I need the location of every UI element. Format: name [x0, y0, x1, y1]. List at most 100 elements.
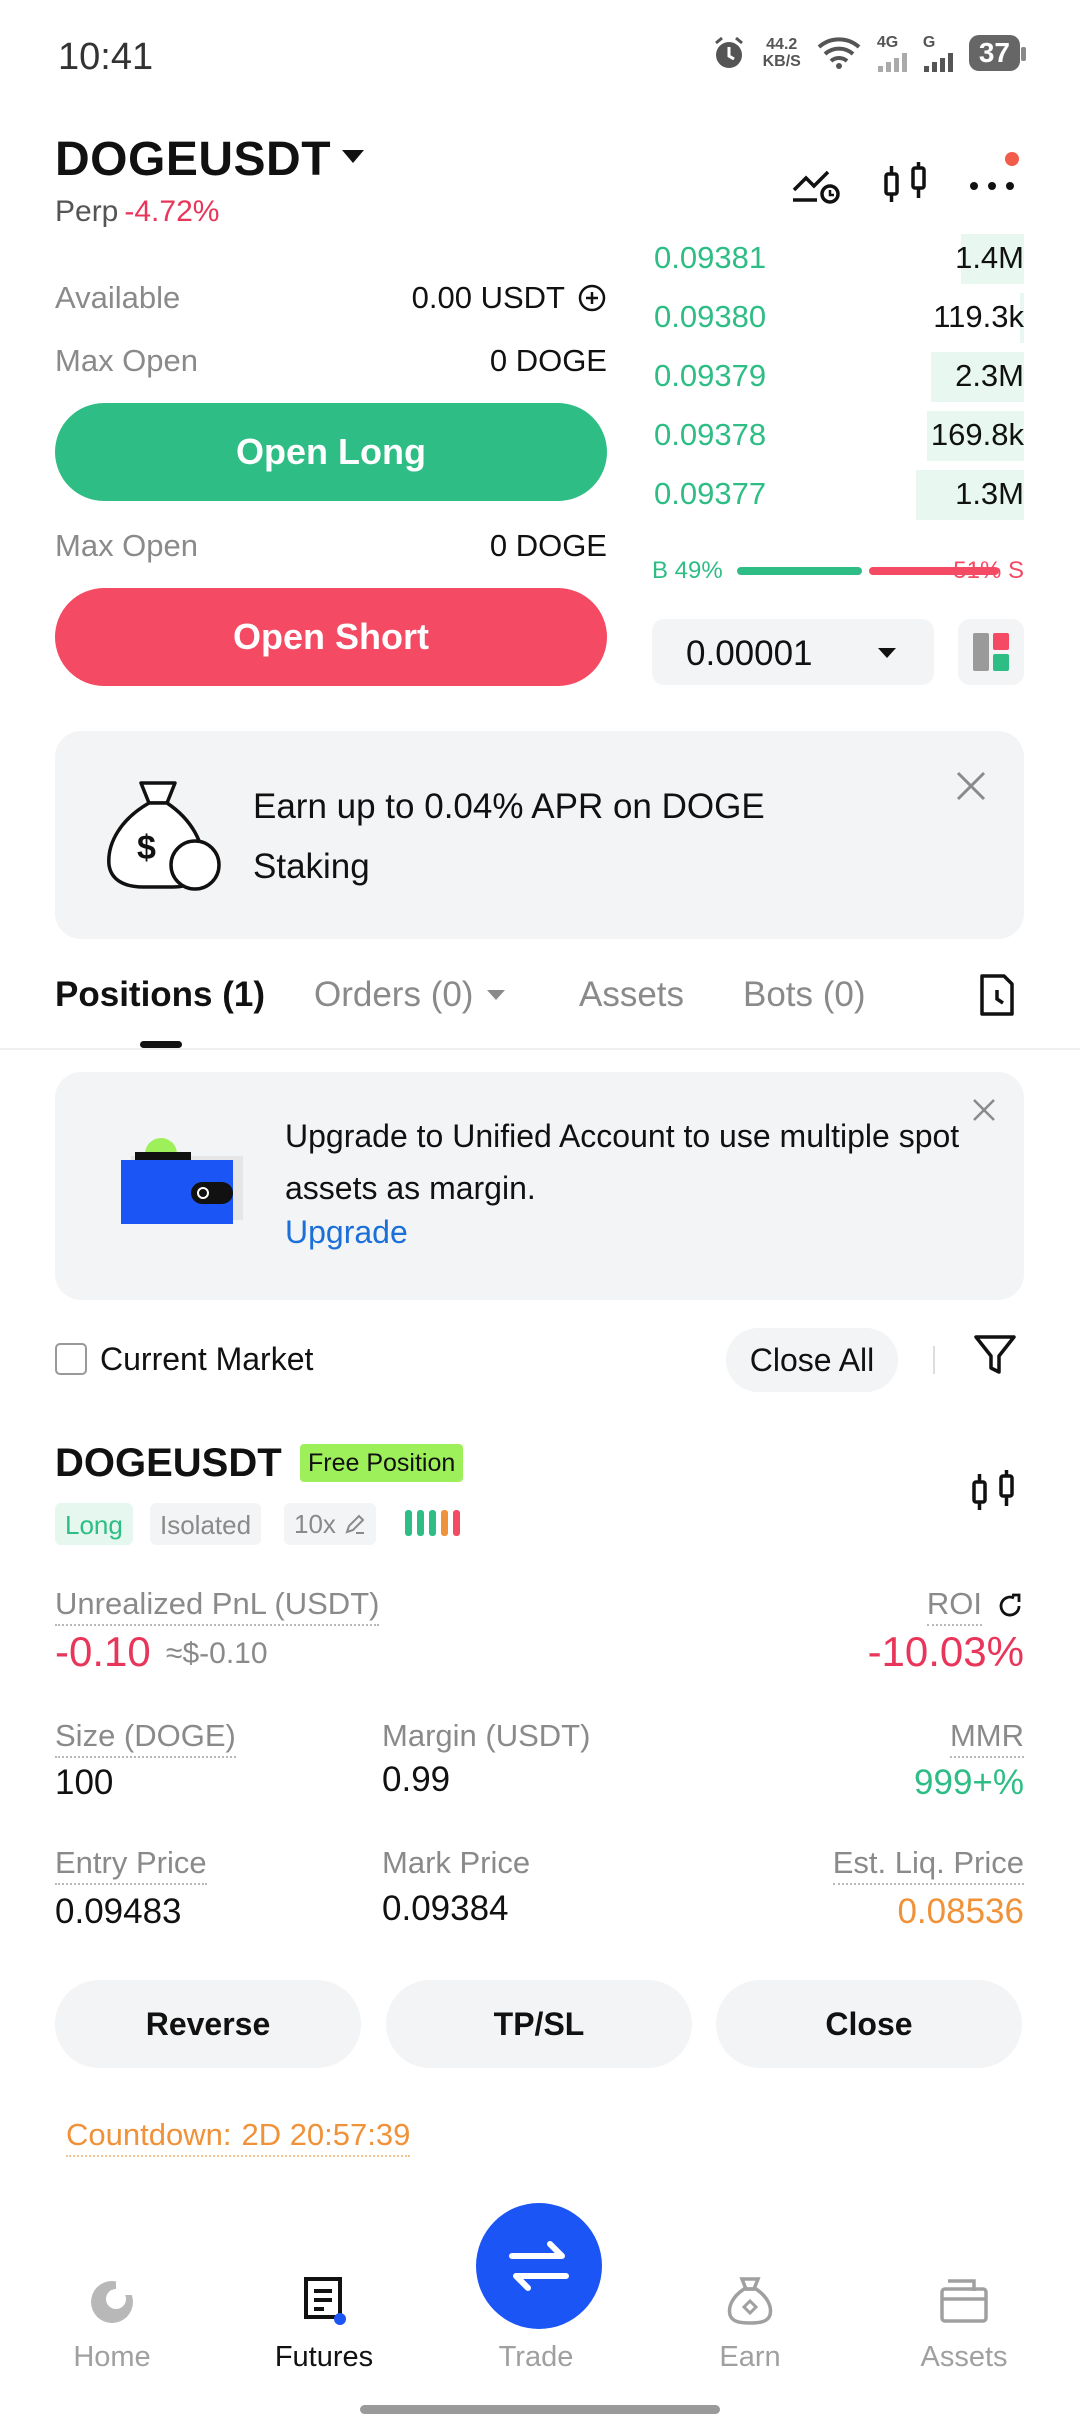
bid-price: 0.09379 [654, 358, 767, 393]
available-value: 0.00 USDT [411, 280, 565, 315]
current-market-label[interactable]: Current Market [100, 1341, 313, 1378]
nav-assets[interactable]: Assets [884, 2275, 1044, 2374]
svg-text:$: $ [137, 829, 156, 867]
roi-label: ROI [926, 1586, 982, 1626]
tab-active-indicator [140, 1041, 182, 1048]
signal-1-icon: 4G [877, 34, 907, 72]
candlestick-chart-icon[interactable] [880, 158, 932, 210]
available-row: Available 0.00 USDT [55, 280, 607, 316]
mmr-label[interactable]: MMR [949, 1718, 1024, 1758]
precision-select[interactable]: 0.00001 [652, 619, 934, 685]
liq-price-label[interactable]: Est. Liq. Price [832, 1845, 1024, 1885]
leverage-tag[interactable]: 10x [284, 1503, 376, 1545]
edit-icon [345, 1514, 365, 1534]
bid-qty: 169.8k [930, 417, 1024, 452]
close-promo-icon[interactable] [954, 769, 988, 803]
free-position-badge: Free Position [300, 1444, 464, 1482]
unrealized-pnl-label[interactable]: Unrealized PnL (USDT) [55, 1586, 380, 1626]
size-value: 100 [55, 1763, 114, 1802]
risk-level-icon [405, 1510, 460, 1536]
unrealized-pnl-usd: ≈$-0.10 [166, 1637, 268, 1670]
position-symbol[interactable]: DOGEUSDT [55, 1441, 282, 1486]
countdown-value: 2D 20:57:39 [241, 2117, 411, 2152]
futures-icon [304, 2277, 346, 2325]
wifi-icon [817, 37, 861, 69]
available-label: Available [55, 280, 181, 315]
earn-icon [727, 2277, 773, 2325]
filter-icon[interactable] [972, 1332, 1018, 1378]
current-market-checkbox[interactable] [55, 1343, 87, 1375]
position-chart-icon[interactable] [968, 1466, 1020, 1518]
pair-dropdown-icon[interactable] [342, 150, 364, 163]
close-position-button[interactable]: Close [716, 1980, 1022, 2068]
layout-icon [973, 633, 1009, 671]
tpsl-button[interactable]: TP/SL [386, 1980, 692, 2068]
add-funds-icon[interactable] [577, 283, 607, 313]
tab-orders[interactable]: Orders (0) [314, 975, 506, 1015]
tab-positions[interactable]: Positions (1) [55, 975, 265, 1015]
order-book-row[interactable]: 0.09380 119.3k [652, 291, 1024, 343]
history-icon[interactable] [976, 972, 1018, 1018]
unrealized-pnl-value: -0.10 [55, 1628, 151, 1675]
mark-price-value: 0.09384 [382, 1889, 509, 1928]
alarm-icon [714, 36, 743, 68]
max-open-label: Max Open [55, 343, 199, 378]
tab-bots[interactable]: Bots (0) [743, 975, 866, 1015]
bid-price: 0.09380 [654, 299, 767, 334]
max-open-short-value: 0 DOGE [489, 528, 607, 563]
staking-promo-card[interactable]: $ Earn up to 0.04% APR on DOGE Staking [55, 731, 1024, 939]
entry-price-label[interactable]: Entry Price [55, 1845, 207, 1885]
upgrade-link[interactable]: Upgrade [285, 1214, 408, 1251]
nav-assets-label: Assets [920, 2341, 1008, 2373]
nav-earn[interactable]: Earn [670, 2275, 830, 2374]
nav-trade-label: Trade [498, 2341, 574, 2373]
chevron-down-icon [487, 990, 506, 1000]
margin-mode-tag[interactable]: Isolated [150, 1503, 262, 1545]
order-book-row[interactable]: 0.09379 2.3M [652, 350, 1024, 402]
perp-label: Perp [55, 195, 119, 228]
close-upgrade-icon[interactable] [970, 1096, 998, 1124]
nav-home-label: Home [73, 2341, 151, 2373]
nav-futures[interactable]: Futures [244, 2275, 404, 2374]
tab-assets[interactable]: Assets [579, 975, 684, 1015]
order-book-row[interactable]: 0.09381 1.4M [652, 232, 1024, 284]
buy-sell-ratio: B 49% 51% S [652, 555, 1024, 585]
margin-label: Margin (USDT) [382, 1718, 591, 1753]
tab-orders-label: Orders (0) [314, 975, 474, 1014]
nav-trade[interactable]: Trade [456, 2275, 616, 2374]
net-speed: 44.2 KB/S [762, 36, 801, 70]
mmr-value: 999+% [914, 1763, 1024, 1802]
open-long-button[interactable]: Open Long [55, 403, 607, 501]
buy-ratio-bar [737, 567, 862, 575]
order-book-row[interactable]: 0.09378 169.8k [652, 409, 1024, 461]
funding-countdown: Countdown: 2D 20:57:39 [66, 2117, 411, 2157]
roi-header[interactable]: ROI [926, 1586, 1024, 1626]
chevron-down-icon [878, 648, 896, 658]
entry-price-value: 0.09483 [55, 1892, 182, 1931]
bid-qty: 1.3M [955, 476, 1024, 511]
max-open-long-row: Max Open 0 DOGE [55, 343, 607, 379]
pair-title[interactable]: DOGEUSDT [55, 132, 331, 187]
open-short-button[interactable]: Open Short [55, 588, 607, 686]
money-bag-icon: $ [107, 781, 221, 891]
side-tag: Long [55, 1503, 133, 1545]
order-book-layout-button[interactable] [958, 619, 1024, 685]
upgrade-account-card: Upgrade to Unified Account to use multip… [55, 1072, 1024, 1300]
max-open-long-value: 0 DOGE [489, 343, 607, 378]
filter-divider [933, 1346, 935, 1374]
bid-price: 0.09377 [654, 476, 767, 511]
reverse-button[interactable]: Reverse [55, 1980, 361, 2068]
precision-value: 0.00001 [686, 634, 813, 673]
tab-divider [0, 1048, 1080, 1050]
order-book-row[interactable]: 0.09377 1.3M [652, 468, 1024, 520]
signal-2-icon: G [923, 34, 953, 72]
battery-indicator: 37 [968, 35, 1027, 71]
size-label[interactable]: Size (DOGE) [55, 1718, 236, 1758]
bid-price: 0.09381 [654, 240, 767, 275]
price-alert-icon[interactable] [790, 158, 842, 210]
nav-home[interactable]: Home [32, 2275, 192, 2374]
sell-ratio: 51% S [953, 557, 1024, 584]
close-all-button[interactable]: Close All [726, 1328, 898, 1392]
liq-price-value: 0.08536 [897, 1892, 1024, 1931]
home-indicator[interactable] [360, 2405, 720, 2414]
